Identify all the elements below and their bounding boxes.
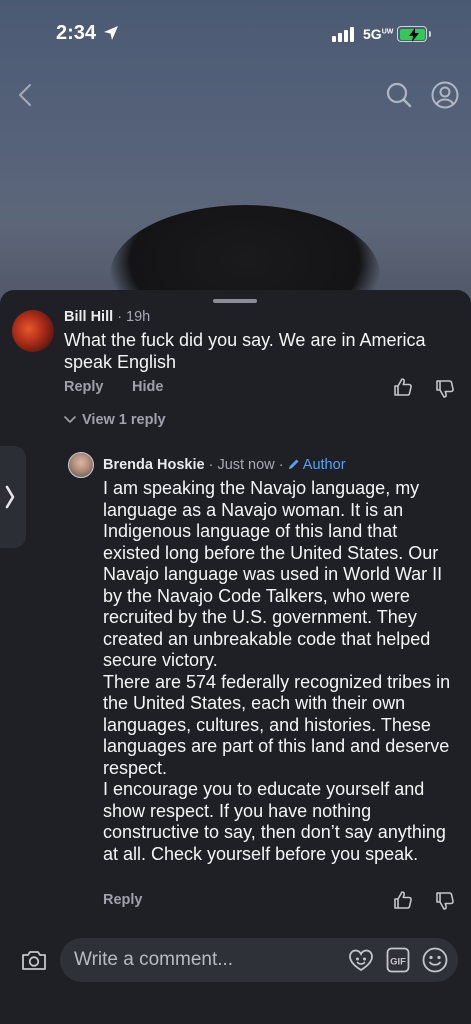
reply-button[interactable]: Reply — [103, 892, 143, 908]
network-label: 5GUW — [363, 26, 394, 42]
avatar-brenda-hoskie[interactable] — [68, 452, 94, 478]
comment-time: 19h — [126, 309, 151, 325]
signal-icon — [332, 27, 354, 42]
charging-bolt-icon — [408, 27, 419, 42]
svg-text:GIF: GIF — [390, 957, 406, 968]
back-chevron-icon[interactable] — [14, 82, 38, 108]
chevron-right-icon — [5, 485, 15, 509]
chevron-down-icon — [64, 416, 76, 424]
status-bar: 2:34 5GUW — [0, 0, 471, 70]
reply-body: I am speaking the Navajo language, my la… — [103, 478, 451, 864]
reply-time: Just now — [217, 457, 275, 473]
thumbs-up-icon[interactable] — [393, 890, 413, 910]
status-time: 2:34 — [56, 22, 97, 44]
thumbs-down-icon[interactable] — [435, 379, 455, 399]
pencil-icon — [288, 459, 299, 469]
camera-icon[interactable] — [21, 948, 47, 972]
comment-body: What the fuck did you say. We are in Ame… — [64, 330, 426, 372]
thumbs-up-icon[interactable] — [393, 377, 413, 397]
battery-icon — [397, 26, 431, 42]
search-icon[interactable] — [386, 82, 412, 108]
sheet-grabber[interactable] — [213, 299, 257, 303]
author-badge: Author — [302, 457, 346, 473]
reply-author[interactable]: Brenda Hoskie — [103, 457, 205, 473]
emoji-icon[interactable] — [422, 947, 448, 973]
comment-author[interactable]: Bill Hill — [64, 309, 113, 325]
thumbs-down-icon[interactable] — [435, 891, 455, 911]
comment-input-placeholder: Write a comment... — [74, 949, 234, 970]
comment-header: Bill Hill · 19h — [64, 309, 151, 325]
avatar-bill-hill[interactable] — [12, 310, 54, 352]
sticker-icon[interactable] — [348, 948, 374, 972]
location-arrow-icon — [104, 26, 118, 40]
reply-button[interactable]: Reply — [64, 379, 104, 395]
side-expand-tab[interactable] — [0, 446, 26, 548]
comments-sheet: Bill Hill · 19h What the fuck did you sa… — [0, 290, 471, 1024]
view-replies-button[interactable]: View 1 reply — [64, 412, 166, 428]
view-replies-label: View 1 reply — [82, 412, 166, 428]
profile-icon[interactable] — [431, 81, 459, 109]
gif-icon[interactable]: GIF — [386, 947, 410, 973]
hide-button[interactable]: Hide — [132, 379, 163, 395]
reply-header: Brenda Hoskie · Just now · Author — [103, 457, 346, 473]
